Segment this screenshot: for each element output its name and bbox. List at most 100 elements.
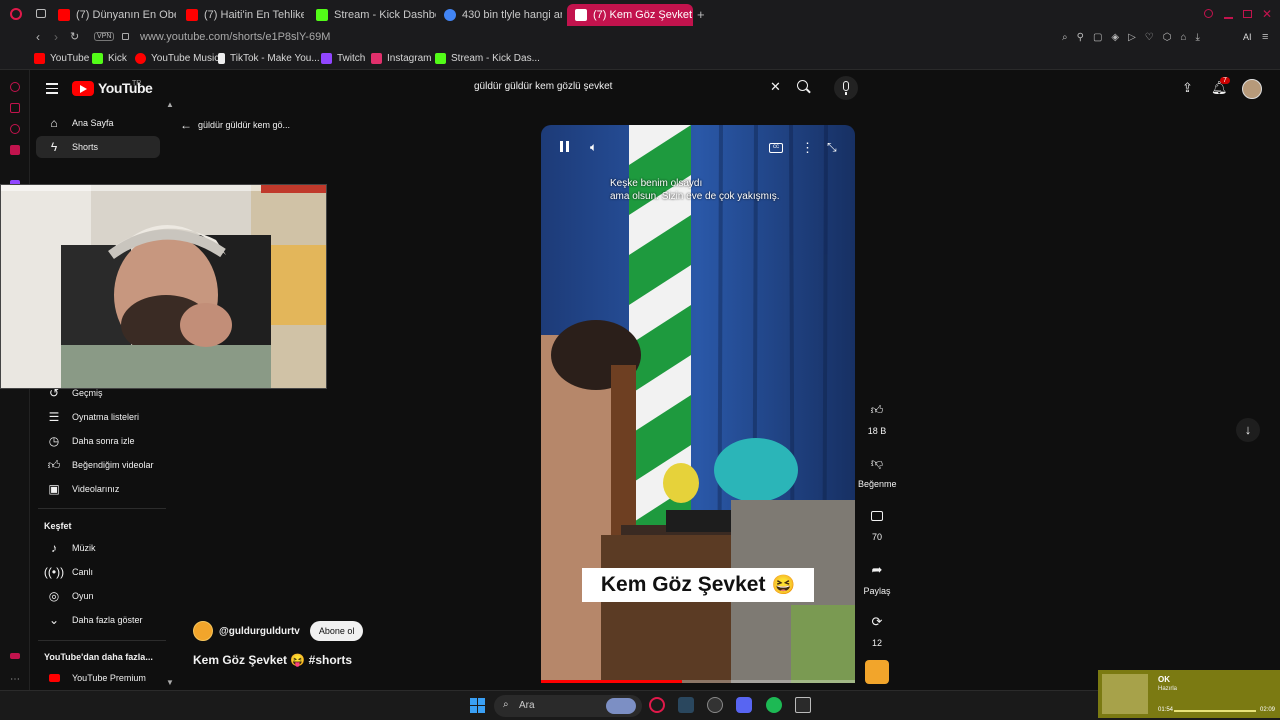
pause-button[interactable] bbox=[560, 141, 569, 152]
discord-taskbar-icon[interactable] bbox=[736, 697, 752, 713]
opera-gx-taskbar-icon[interactable] bbox=[649, 697, 665, 713]
comments-button[interactable]: 70 bbox=[858, 504, 896, 542]
hamburger-menu-icon[interactable] bbox=[46, 83, 58, 94]
steam-taskbar-icon[interactable] bbox=[678, 697, 694, 713]
tab-kem-goz-sevket[interactable]: (7) Kem Göz Şevket bbox=[567, 4, 693, 26]
caption-emoji: 😆 bbox=[771, 575, 796, 596]
channel-avatar[interactable] bbox=[193, 621, 213, 641]
url-field[interactable]: www.youtube.com/shorts/e1P8slY-69M bbox=[140, 31, 330, 43]
reload-icon[interactable]: ↻ bbox=[70, 30, 79, 43]
vpn-badge[interactable]: VPN bbox=[94, 32, 115, 41]
sidebar-item-watch-later[interactable]: ◷ Daha sonra izle bbox=[36, 430, 160, 452]
avatar[interactable] bbox=[1242, 79, 1262, 99]
bookmark-youtube[interactable]: YouTube bbox=[34, 53, 89, 64]
volume-button[interactable]: 🔈︎ bbox=[590, 140, 597, 155]
channel-row: @guldurguldurtv Abone ol bbox=[193, 621, 364, 641]
search-button[interactable] bbox=[797, 80, 813, 96]
back-icon[interactable]: ‹ bbox=[36, 30, 40, 44]
comment-count: 70 bbox=[871, 532, 882, 542]
next-video-button[interactable]: ↓ bbox=[1236, 418, 1260, 442]
wallet-icon[interactable]: ⌂ bbox=[1181, 32, 1187, 43]
messenger-icon[interactable] bbox=[10, 124, 20, 134]
dislike-button[interactable]: 👎︎ Beğenme bbox=[858, 451, 897, 490]
bookmark-youtube-music[interactable]: YouTube Music bbox=[135, 53, 219, 64]
create-upload-icon[interactable]: ⇪ bbox=[1182, 80, 1193, 96]
close-window-icon[interactable]: ✕ bbox=[1262, 7, 1272, 21]
ai-button[interactable]: AI bbox=[1243, 32, 1252, 42]
sidebar-item-live[interactable]: ((•)) Canlı bbox=[36, 561, 160, 583]
minimize-icon[interactable] bbox=[1224, 17, 1233, 19]
bookmark-twitch[interactable]: Twitch bbox=[321, 53, 365, 64]
media-toast[interactable]: OK Hazırla 01:54 02:09 bbox=[1098, 670, 1280, 718]
heart-icon[interactable]: ♡ bbox=[1145, 32, 1154, 43]
tab-kick-dashboard[interactable]: Stream - Kick Dashboard bbox=[316, 4, 436, 26]
search-input[interactable]: güldür güldür kem gözlü şevket ✕ bbox=[463, 76, 790, 100]
opera-logo-icon[interactable] bbox=[10, 8, 22, 20]
zoom-icon[interactable]: ⌕ bbox=[1062, 32, 1068, 43]
remix-count: 12 bbox=[871, 638, 882, 648]
progress-track[interactable] bbox=[541, 680, 855, 683]
captions-button[interactable]: cc bbox=[769, 143, 783, 153]
remix-button[interactable]: ⟳ 12 bbox=[858, 610, 896, 648]
sidebar-item-home[interactable]: ⌂ Ana Sayfa bbox=[36, 112, 160, 134]
extensions-icon[interactable]: ⬡ bbox=[1163, 32, 1172, 43]
gmail-icon[interactable] bbox=[10, 145, 20, 155]
like-button[interactable]: 👍︎ 18 B bbox=[858, 398, 896, 437]
bookmark-kick[interactable]: Kick bbox=[92, 53, 127, 64]
bookmark-kick-stream[interactable]: Stream - Kick Das... bbox=[435, 53, 540, 64]
shield-icon[interactable]: ◈ bbox=[1111, 32, 1119, 43]
screenshot-icon[interactable]: ▢ bbox=[1093, 32, 1102, 43]
sidebar-item-label: Videolarınız bbox=[72, 484, 120, 494]
sidebar-item-liked-videos[interactable]: 👍︎ Beğendiğim videolar bbox=[36, 454, 160, 476]
clear-search-icon[interactable]: ✕ bbox=[770, 79, 781, 95]
sidebar-item-music[interactable]: ♪ Müzik bbox=[36, 537, 160, 559]
fullscreen-button[interactable]: ⤡ bbox=[827, 140, 837, 155]
obs-taskbar-icon[interactable] bbox=[707, 697, 723, 713]
share-button[interactable]: ➦ Paylaş bbox=[858, 558, 896, 596]
cc-icon: cc bbox=[773, 144, 779, 150]
sidebar-item-playlists[interactable]: ☰ Oynatma listeleri bbox=[36, 406, 160, 428]
tab-overview-icon[interactable] bbox=[36, 9, 46, 18]
sidebar-item-your-videos[interactable]: ▣ Videolarınız bbox=[36, 478, 160, 500]
crypto-wallet-icon[interactable] bbox=[10, 103, 20, 113]
sidebar-item-show-more[interactable]: ⌄ Daha fazla göster bbox=[36, 609, 160, 631]
gx-icon[interactable] bbox=[10, 653, 20, 659]
sidebar-item-youtube-premium[interactable]: YouTube Premium bbox=[36, 667, 160, 689]
epic-games-taskbar-icon[interactable] bbox=[795, 697, 811, 713]
tab-obez[interactable]: (7) Dünyanın En Obez Şeh bbox=[58, 4, 176, 26]
subscribe-button[interactable]: Abone ol bbox=[309, 621, 364, 641]
share-label: Paylaş bbox=[863, 586, 891, 596]
bookmark-instagram[interactable]: Instagram bbox=[371, 53, 431, 64]
menu-icon[interactable]: ≡ bbox=[1262, 31, 1268, 43]
tab-label: (7) Haiti'in En Tehlikeli Çet bbox=[204, 9, 304, 21]
more-options-button[interactable]: ⋮ bbox=[801, 140, 814, 156]
new-tab-button[interactable]: + bbox=[697, 7, 705, 22]
caption-text: Kem Göz Şevket bbox=[600, 573, 766, 596]
download-icon[interactable]: ⤓ bbox=[1196, 32, 1200, 43]
more-icon[interactable]: ⋯ bbox=[10, 674, 20, 685]
subtitle-line: ama olsun. Sizin eve de çok yakışmış. bbox=[610, 191, 780, 202]
taskbar-search[interactable]: ⌕ Ara bbox=[494, 695, 642, 717]
channel-name[interactable]: @guldurguldurtv bbox=[219, 626, 300, 637]
notifications-button[interactable]: 🔔︎ 7 bbox=[1211, 77, 1230, 97]
bookmark-tiktok[interactable]: TikTok - Make You... bbox=[218, 53, 320, 64]
back-to-results-button[interactable]: ← güldür güldür kem gö... bbox=[180, 118, 290, 132]
sidebar-item-shorts[interactable]: ϟ Shorts bbox=[36, 136, 160, 158]
music-icon: ♪ bbox=[51, 541, 57, 555]
forward-icon[interactable]: › bbox=[54, 30, 58, 44]
spotify-taskbar-icon[interactable] bbox=[766, 697, 782, 713]
volume-icon: 🔈︎ bbox=[590, 140, 598, 154]
player-icon[interactable]: ▷ bbox=[1128, 32, 1136, 43]
sidebar-item-gaming[interactable]: ◎ Oyun bbox=[36, 585, 160, 607]
tab-haiti[interactable]: (7) Haiti'in En Tehlikeli Çet bbox=[186, 4, 304, 26]
search-icon: ⌕ bbox=[503, 699, 509, 710]
search-tabs-icon[interactable] bbox=[1204, 9, 1213, 18]
tab-araba[interactable]: 430 bin tlyle hangi araba a bbox=[444, 4, 562, 26]
pin-icon[interactable]: ⚲ bbox=[1077, 32, 1084, 43]
voice-search-button[interactable] bbox=[834, 76, 858, 100]
thumb-up-icon: 👍︎ bbox=[47, 457, 61, 472]
aria-icon[interactable] bbox=[10, 82, 20, 92]
maximize-icon[interactable] bbox=[1243, 10, 1252, 18]
sound-thumbnail[interactable] bbox=[865, 660, 889, 684]
windows-start-icon[interactable] bbox=[470, 698, 485, 713]
